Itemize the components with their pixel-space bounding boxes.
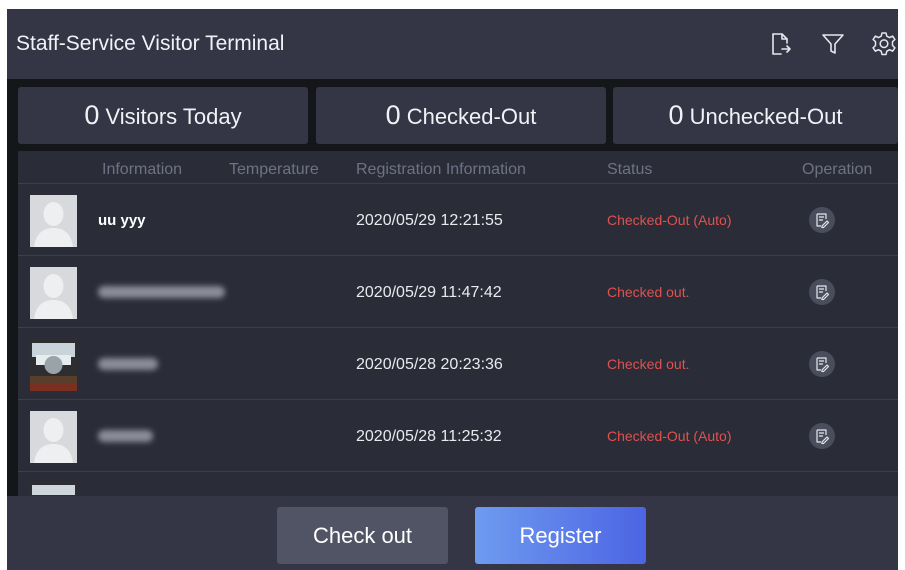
stat-visitors-today: 0 Visitors Today: [18, 87, 308, 144]
column-header-information: Information: [102, 161, 183, 178]
export-icon[interactable]: [768, 31, 794, 57]
column-header-temperature: Temperature: [229, 161, 319, 178]
stat-visitors-today-label: Visitors Today: [105, 104, 242, 129]
avatar-placeholder: [30, 411, 77, 463]
register-button[interactable]: Register: [475, 507, 646, 564]
table-row[interactable]: 2020/05/28 20:23:36 Checked out.: [18, 328, 898, 400]
registration-time: 2020/05/28 11:25:32: [356, 428, 502, 445]
column-header-registration: Registration Information: [356, 161, 526, 178]
edit-record-icon[interactable]: [809, 351, 835, 377]
table-row[interactable]: 2020/05/28 11:25:32 Checked-Out (Auto): [18, 400, 898, 472]
registration-time: 2020/05/28 20:23:36: [356, 356, 503, 373]
visitor-photo: [30, 339, 77, 391]
visitor-terminal-app: Staff-Service Visitor Terminal 0 Visitors…: [7, 9, 898, 570]
registration-time: 2020/05/29 12:21:55: [356, 212, 503, 229]
visitor-photo: [30, 482, 77, 496]
column-header-operation: Operation: [802, 161, 873, 178]
stat-visitors-today-value: 0: [84, 100, 100, 130]
stat-checked-out-label: Checked-Out: [406, 104, 537, 129]
edit-record-icon[interactable]: [809, 423, 835, 449]
checkout-status: Checked out.: [607, 284, 690, 300]
stat-unchecked-out-value: 0: [668, 100, 684, 130]
table-row[interactable]: 2020/05/29 11:47:42 Checked out.: [18, 256, 898, 328]
edit-record-icon[interactable]: [809, 207, 835, 233]
settings-gear-icon[interactable]: [871, 31, 897, 57]
redacted-name-blur: [98, 430, 153, 442]
checkout-status: Checked-Out (Auto): [607, 428, 732, 444]
visitor-table: Information Temperature Registration Inf…: [18, 151, 898, 496]
app-title: Staff-Service Visitor Terminal: [16, 32, 285, 55]
checkout-status: Checked out.: [607, 356, 690, 372]
stat-checked-out: 0 Checked-Out: [316, 87, 606, 144]
stat-checked-out-value: 0: [385, 100, 401, 130]
edit-record-icon[interactable]: [809, 279, 835, 305]
check-out-button[interactable]: Check out: [277, 507, 448, 564]
stat-unchecked-out-label: Unchecked-Out: [689, 104, 843, 129]
app-header: Staff-Service Visitor Terminal: [7, 9, 898, 79]
table-row[interactable]: uu yyy 2020/05/29 12:21:55 Checked-Out (…: [18, 184, 898, 256]
table-header: Information Temperature Registration Inf…: [18, 151, 898, 184]
redacted-name-blur: [98, 286, 225, 298]
visitor-name: uu yyy: [98, 212, 146, 229]
redacted-name-blur: [98, 358, 158, 370]
stat-unchecked-out: 0 Unchecked-Out: [613, 87, 898, 144]
footer-bar: Check out Register: [7, 496, 898, 570]
avatar-placeholder: [30, 267, 77, 319]
registration-time: 2020/05/29 11:47:42: [356, 284, 502, 301]
table-row-partial[interactable]: [18, 472, 898, 496]
filter-icon[interactable]: [820, 31, 846, 57]
checkout-status: Checked-Out (Auto): [607, 212, 732, 228]
column-header-status: Status: [607, 161, 653, 178]
avatar-placeholder: [30, 195, 77, 247]
